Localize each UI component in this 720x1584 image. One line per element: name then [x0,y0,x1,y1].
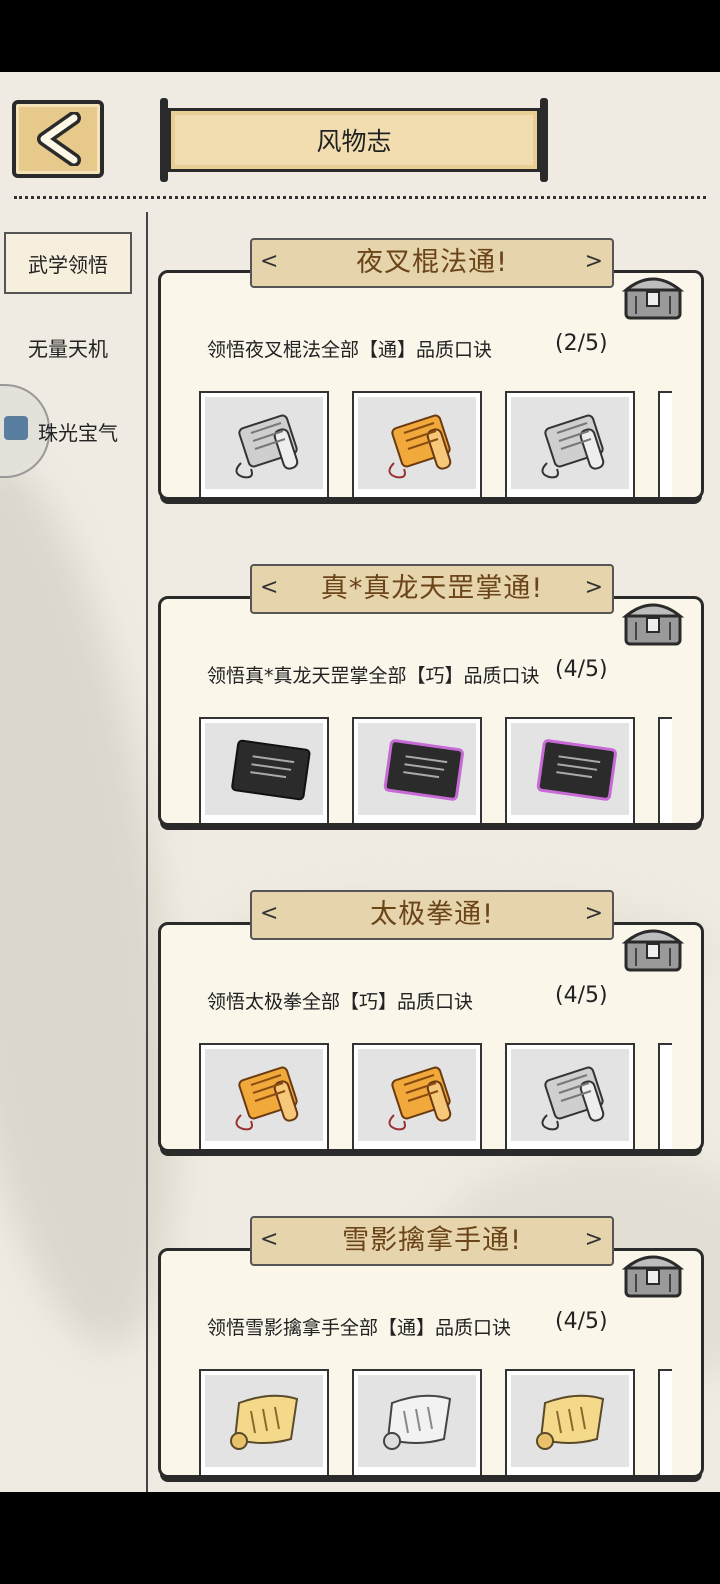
item-image [358,397,476,489]
tablet-glow-icon [374,729,474,813]
divider [14,196,706,199]
mantra-item-partial [658,1043,672,1149]
card-title: 雪影擒拿手通! [342,1225,522,1256]
chevron-left-icon: < [260,1227,280,1252]
gold-scroll-icon [374,403,464,487]
item-image [205,397,323,489]
item-image [358,1049,476,1141]
mantra-item[interactable]: 浪潮-通 [505,391,635,497]
mantra-item[interactable]: 调教奥义-通 [352,717,482,823]
item-row: 捷影追魂-通 缠骨锁喉-通 浪潮-通 [199,391,701,497]
item-image [205,1049,323,1141]
gold-scroll-icon [221,1055,311,1139]
mantra-item[interactable]: 调教奥义-巧 [505,717,635,823]
item-image [511,1375,629,1467]
achievement-card: 领悟太极拳全部【巧】品质口诀 (4/5) 大象无形-巧 气沉丹田-巧 四两千斤-… [158,890,704,1152]
white-paper-scroll-icon [374,1381,464,1465]
tablet-glow-icon [527,729,627,813]
sidebar-tab-label: 无量天机 [28,337,108,361]
paper-scroll-icon [527,1381,617,1465]
card-title: 夜叉棍法通! [356,247,508,278]
item-row: 大象无形-巧 气沉丹田-巧 四两千斤-巧 [199,1043,701,1149]
sidebar-divider [146,212,148,1492]
mantra-item[interactable]: 四两千斤-巧 [505,1043,635,1149]
mantra-item[interactable]: 大象无形-巧 [199,1043,329,1149]
treasure-chest-icon[interactable] [620,594,686,650]
sidebar-tab-martial-insight[interactable]: 武学领悟 [4,232,132,294]
chevron-left-icon: < [260,575,280,600]
mantra-item-partial [658,717,672,823]
mantra-item[interactable]: 天霜掌-通 [352,1369,482,1475]
sidebar-tab-fate[interactable]: 无量天机 [4,318,132,380]
item-image [205,1375,323,1467]
chevron-left-icon: < [260,249,280,274]
silver-scroll-icon [527,1055,617,1139]
mantra-item-partial [658,391,672,497]
achievement-card: 领悟真*真龙天罡掌全部【巧】品质口诀 (4/5) 调教奥义-初 调教奥义-通 调… [158,564,704,826]
silver-scroll-icon [527,403,617,487]
mantra-item[interactable]: 缠骨锁喉-通 [352,391,482,497]
progress-count: (4/5) [555,657,608,682]
chevron-right-icon: > [584,901,604,926]
card-title: 真*真龙天罡掌通! [320,573,544,604]
mantra-item[interactable]: 调教奥义-初 [199,717,329,823]
chevron-right-icon: > [584,249,604,274]
gold-scroll-icon [374,1055,464,1139]
mantra-item[interactable]: 气沉丹田-巧 [352,1043,482,1149]
card-title: 太极拳通! [370,899,494,930]
silver-scroll-icon [221,403,311,487]
mantra-item[interactable]: 折骨重挫-通 [505,1369,635,1475]
item-image [511,1049,629,1141]
card-title-banner: < 夜叉棍法通! > [250,238,614,288]
item-row: 调教奥义-初 调教奥义-通 调教奥义-巧 [199,717,701,823]
item-image [205,723,323,815]
card-description: 领悟雪影擒拿手全部【通】品质口诀 [207,1317,512,1339]
mantra-item[interactable]: 捷影追魂-通 [199,391,329,497]
card-title-banner: < 雪影擒拿手通! > [250,1216,614,1266]
treasure-chest-icon[interactable] [620,920,686,976]
item-image [511,723,629,815]
chevron-right-icon: > [584,1227,604,1252]
chevron-left-icon: < [260,901,280,926]
mantra-item[interactable]: 抓拿化打-通 [199,1369,329,1475]
item-image [358,1375,476,1467]
card-title-banner: < 太极拳通! > [250,890,614,940]
card-description: 领悟太极拳全部【巧】品质口诀 [207,991,474,1013]
mantra-item-partial [658,1369,672,1475]
tablet-icon [221,729,321,813]
card-title-banner: < 真*真龙天罡掌通! > [250,564,614,614]
progress-count: (4/5) [555,1309,608,1334]
page-title: 风物志 [316,127,392,156]
item-image [358,723,476,815]
screen: 风物志 武学领悟 无量天机 珠光宝气 领悟夜叉棍法全部【通】品质口诀 (2/5)… [0,72,720,1492]
chevron-right-icon: > [584,575,604,600]
paper-scroll-icon [221,1381,311,1465]
chevron-left-icon [37,112,81,166]
achievement-card: 领悟雪影擒拿手全部【通】品质口诀 (4/5) 抓拿化打-通 天霜掌-通 折骨重挫… [158,1216,704,1478]
sidebar-tab-treasure[interactable]: 珠光宝气 [14,402,142,464]
progress-count: (4/5) [555,983,608,1008]
item-image [511,397,629,489]
card-description: 领悟真*真龙天罡掌全部【巧】品质口诀 [207,665,540,687]
sidebar-tab-label: 武学领悟 [28,253,108,277]
progress-count: (2/5) [555,331,608,356]
treasure-chest-icon[interactable] [620,1246,686,1302]
title-plate: 风物志 [158,98,550,182]
sidebar-tab-label: 珠光宝气 [38,421,118,445]
treasure-chest-icon[interactable] [620,268,686,324]
achievement-card: 领悟夜叉棍法全部【通】品质口诀 (2/5) 捷影追魂-通 缠骨锁喉-通 浪潮-通 [158,238,704,500]
item-row: 抓拿化打-通 天霜掌-通 折骨重挫-通 [199,1369,701,1475]
back-button[interactable] [12,100,104,178]
card-description: 领悟夜叉棍法全部【通】品质口诀 [207,339,493,361]
